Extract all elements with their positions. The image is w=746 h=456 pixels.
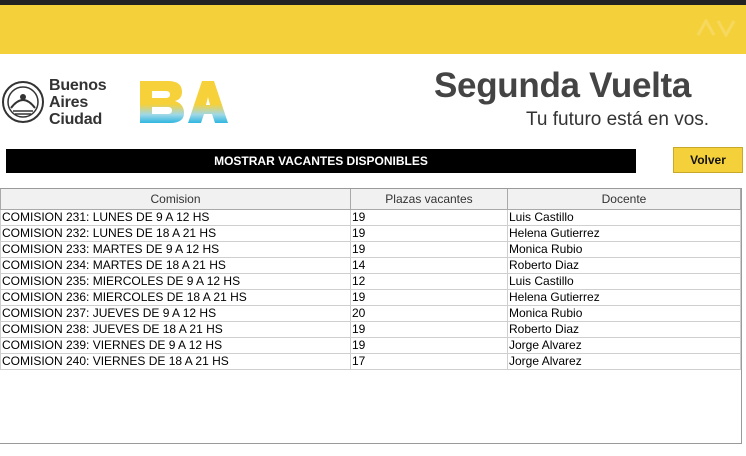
cell-plazas: 19 <box>350 208 508 226</box>
cell-comision: COMISION 234: MARTES DE 18 A 21 HS <box>0 256 351 274</box>
cell-comision: COMISION 240: VIERNES DE 18 A 21 HS <box>0 352 351 370</box>
cell-docente: Jorge Alvarez <box>507 352 741 370</box>
city-name: Buenos Aires Ciudad <box>49 76 107 128</box>
cell-docente: Roberto Diaz <box>507 256 741 274</box>
cell-comision: COMISION 233: MARTES DE 9 A 12 HS <box>0 240 351 258</box>
city-name-line-2: Aires <box>49 93 89 111</box>
cell-plazas: 14 <box>350 256 508 274</box>
city-seal-icon <box>2 81 44 123</box>
city-name-line-1: Buenos <box>49 76 107 94</box>
cell-plazas: 19 <box>350 320 508 338</box>
program-tagline: Tu futuro está en vos. <box>526 109 710 130</box>
cell-comision: COMISION 237: JUEVES DE 9 A 12 HS <box>0 304 351 322</box>
top-brand-banner <box>0 5 746 54</box>
table-row[interactable]: COMISION 237: JUEVES DE 9 A 12 HS 20 Mon… <box>0 304 741 322</box>
banner-watermark-icon <box>696 19 736 37</box>
cell-comision: COMISION 235: MIERCOLES DE 9 A 12 HS <box>0 272 351 290</box>
cell-docente: Monica Rubio <box>507 240 741 258</box>
show-vacancies-button[interactable]: MOSTRAR VACANTES DISPONIBLES <box>6 149 636 173</box>
vacancies-table: Comision Plazas vacantes Docente COMISIO… <box>0 189 741 370</box>
cell-plazas: 19 <box>350 224 508 242</box>
city-name-line-3: Ciudad <box>49 110 103 128</box>
column-header-docente[interactable]: Docente <box>507 189 741 210</box>
vacancies-grid[interactable]: Comision Plazas vacantes Docente COMISIO… <box>0 188 742 444</box>
column-header-plazas[interactable]: Plazas vacantes <box>350 189 508 210</box>
cell-plazas: 17 <box>350 352 508 370</box>
table-row[interactable]: COMISION 231: LUNES DE 9 A 12 HS 19 Luis… <box>0 208 741 226</box>
cell-docente: Roberto Diaz <box>507 320 741 338</box>
program-title: Segunda Vuelta <box>434 66 692 105</box>
ba-logo-icon <box>140 81 228 123</box>
cell-comision: COMISION 238: JUEVES DE 18 A 21 HS <box>0 320 351 338</box>
table-row[interactable]: COMISION 233: MARTES DE 9 A 12 HS 19 Mon… <box>0 240 741 258</box>
cell-comision: COMISION 231: LUNES DE 9 A 12 HS <box>0 208 351 226</box>
column-header-comision[interactable]: Comision <box>0 189 351 210</box>
cell-plazas: 12 <box>350 272 508 290</box>
cell-docente: Luis Castillo <box>507 208 741 226</box>
table-row[interactable]: COMISION 238: JUEVES DE 18 A 21 HS 19 Ro… <box>0 320 741 338</box>
cell-plazas: 19 <box>350 336 508 354</box>
table-header-row: Comision Plazas vacantes Docente <box>0 189 741 210</box>
cell-docente: Luis Castillo <box>507 272 741 290</box>
table-row[interactable]: COMISION 232: LUNES DE 18 A 21 HS 19 Hel… <box>0 224 741 242</box>
back-button[interactable]: Volver <box>673 147 743 173</box>
cell-docente: Helena Gutierrez <box>507 288 741 306</box>
cell-comision: COMISION 236: MIERCOLES DE 18 A 21 HS <box>0 288 351 306</box>
table-row[interactable]: COMISION 234: MARTES DE 18 A 21 HS 14 Ro… <box>0 256 741 274</box>
table-row[interactable]: COMISION 240: VIERNES DE 18 A 21 HS 17 J… <box>0 352 741 370</box>
cell-plazas: 19 <box>350 288 508 306</box>
table-row[interactable]: COMISION 235: MIERCOLES DE 9 A 12 HS 12 … <box>0 272 741 290</box>
cell-comision: COMISION 232: LUNES DE 18 A 21 HS <box>0 224 351 242</box>
cell-docente: Helena Gutierrez <box>507 224 741 242</box>
cell-plazas: 20 <box>350 304 508 322</box>
city-branding: Buenos Aires Ciudad <box>0 74 107 130</box>
table-row[interactable]: COMISION 239: VIERNES DE 9 A 12 HS 19 Jo… <box>0 336 741 354</box>
cell-docente: Monica Rubio <box>507 304 741 322</box>
cell-comision: COMISION 239: VIERNES DE 9 A 12 HS <box>0 336 351 354</box>
cell-docente: Jorge Alvarez <box>507 336 741 354</box>
cell-plazas: 19 <box>350 240 508 258</box>
table-row[interactable]: COMISION 236: MIERCOLES DE 18 A 21 HS 19… <box>0 288 741 306</box>
